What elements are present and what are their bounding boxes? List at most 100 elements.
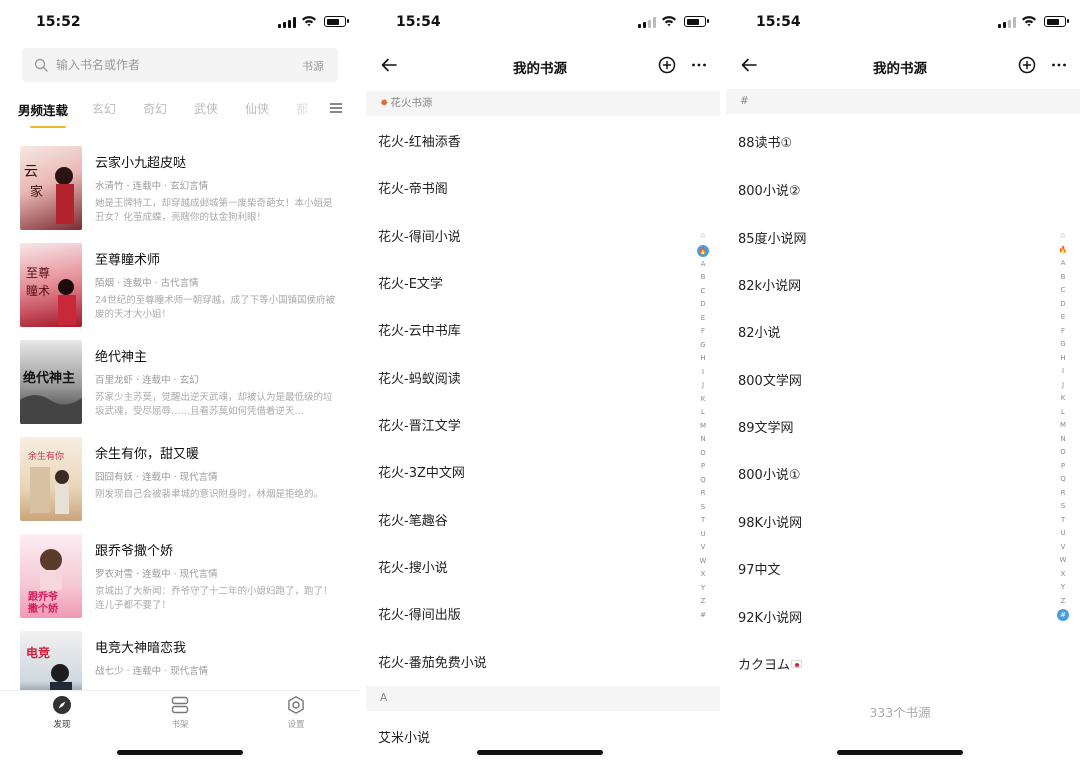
index-letter[interactable]: T <box>1056 514 1070 528</box>
source-row[interactable]: 花火-番茄免费小说 <box>378 652 487 671</box>
index-letter[interactable]: X <box>1056 568 1070 582</box>
index-letter[interactable]: O <box>696 447 710 461</box>
source-row[interactable]: 82k小说网 <box>738 275 801 294</box>
index-letter[interactable]: W <box>696 555 710 569</box>
tab-category-2[interactable]: 奇幻 <box>143 100 167 117</box>
source-row[interactable]: 艾米小说 <box>378 727 430 746</box>
index-letter[interactable]: D <box>696 298 710 312</box>
index-letter[interactable]: D <box>1056 298 1070 312</box>
source-row[interactable]: 97中文 <box>738 559 781 578</box>
source-row[interactable]: 花火-搜小说 <box>378 557 448 576</box>
source-row[interactable]: 花火-3Z中文网 <box>378 462 465 481</box>
more-icon[interactable] <box>1050 56 1068 74</box>
index-letter[interactable]: H <box>696 352 710 366</box>
tab-category-5[interactable]: 都 <box>296 100 308 117</box>
index-letter[interactable]: Y <box>696 582 710 596</box>
index-letter[interactable]: S <box>1056 500 1070 514</box>
index-letter[interactable]: N <box>696 433 710 447</box>
index-letter[interactable]: K <box>696 393 710 407</box>
source-row[interactable]: カクヨム <box>738 654 803 673</box>
index-letter[interactable]: Z <box>1056 595 1070 609</box>
index-letter[interactable]: L <box>696 406 710 420</box>
source-row[interactable]: 花火-得间出版 <box>378 604 461 623</box>
index-letter[interactable]: Y <box>1056 581 1070 595</box>
index-letter[interactable]: I <box>696 366 710 380</box>
list-item[interactable]: 至尊 瞳术 至尊瞳术师 陌烟 · 连载中 · 古代言情 24世纪的至尊瞳术师一朝穿… <box>0 239 360 336</box>
menu-icon[interactable] <box>330 103 342 113</box>
index-letter[interactable]: C <box>696 285 710 299</box>
tab-category-0[interactable]: 男频连载 <box>18 100 68 119</box>
source-row[interactable]: 花火-云中书库 <box>378 320 461 339</box>
index-letter[interactable]: R <box>1056 487 1070 501</box>
index-letter[interactable]: A <box>696 258 710 272</box>
source-row[interactable]: 98K小说网 <box>738 512 802 531</box>
index-letter[interactable]: F <box>1056 325 1070 339</box>
index-letter[interactable]: C <box>1056 284 1070 298</box>
index-letter[interactable]: R <box>696 487 710 501</box>
search-input[interactable] <box>56 48 276 82</box>
add-circle-icon[interactable] <box>658 56 676 74</box>
index-letter[interactable]: E <box>696 312 710 326</box>
index-letter[interactable]: Z <box>696 595 710 609</box>
index-letter[interactable]: L <box>1056 406 1070 420</box>
tab-settings[interactable]: 设置 <box>266 695 326 730</box>
source-label-button[interactable]: 书源 <box>302 58 324 74</box>
source-row[interactable]: 花火-E文学 <box>378 273 443 292</box>
tab-category-3[interactable]: 武侠 <box>194 100 218 117</box>
alphabet-index[interactable]: ☆ 🔥 A B C D E F G H I J K L M N O P Q R … <box>1056 230 1070 622</box>
tab-category-4[interactable]: 仙侠 <box>245 100 269 117</box>
tab-discover[interactable]: 发现 <box>32 695 92 730</box>
index-letter[interactable]: K <box>1056 392 1070 406</box>
source-row[interactable]: 800文学网 <box>738 370 802 389</box>
index-letter[interactable]: N <box>1056 433 1070 447</box>
index-letter[interactable]: T <box>696 514 710 528</box>
index-letter[interactable]: U <box>1056 527 1070 541</box>
index-letter[interactable]: Q <box>696 474 710 488</box>
index-letter[interactable]: G <box>1056 338 1070 352</box>
tab-category-1[interactable]: 玄幻 <box>92 100 116 117</box>
source-row[interactable]: 89文学网 <box>738 417 794 436</box>
index-letter[interactable]: # <box>696 609 710 623</box>
alphabet-index[interactable]: ☆ 🔥 A B C D E F G H I J K L M N O P Q R … <box>696 230 710 622</box>
list-item[interactable]: 余生有你 余生有你，甜又暖 囧囧有妖 · 连载中 · 现代言情 刚发现自己会被裴… <box>0 433 360 530</box>
source-row[interactable]: 800小说① <box>738 464 800 483</box>
index-letter[interactable]: J <box>1056 379 1070 393</box>
index-letter[interactable]: O <box>1056 446 1070 460</box>
index-letter-selected[interactable]: # <box>1057 609 1069 621</box>
index-letter[interactable]: B <box>1056 271 1070 285</box>
tab-bookshelf[interactable]: 书架 <box>150 695 210 730</box>
index-letter[interactable]: I <box>1056 365 1070 379</box>
source-row[interactable]: 花火-晋江文学 <box>378 415 461 434</box>
index-letter[interactable]: Q <box>1056 473 1070 487</box>
search-bar[interactable]: 书源 <box>22 48 338 82</box>
more-icon[interactable] <box>690 56 708 74</box>
source-row[interactable]: 花火-红袖添香 <box>378 131 461 150</box>
index-letter[interactable]: F <box>696 325 710 339</box>
index-letter[interactable]: V <box>1056 541 1070 555</box>
list-item[interactable]: 云家 云家小九超皮哒 水清竹 · 连载中 · 玄幻言情 她是王牌特工，却穿越成邺… <box>0 142 360 239</box>
source-row[interactable]: 800小说② <box>738 180 800 199</box>
index-letter[interactable]: W <box>1056 554 1070 568</box>
list-item[interactable]: 绝代神主 绝代神主 百里龙虾 · 连载中 · 玄幻 苏家少主苏莫，觉醒出逆天武魂… <box>0 336 360 433</box>
index-letter[interactable]: S <box>696 501 710 515</box>
index-letter[interactable]: E <box>1056 311 1070 325</box>
index-letter[interactable]: V <box>696 541 710 555</box>
source-row[interactable]: 花火-帝书阁 <box>378 178 448 197</box>
source-row[interactable]: 82小说 <box>738 322 781 341</box>
index-letter[interactable]: ☆ <box>1056 230 1070 244</box>
index-letter[interactable]: H <box>1056 352 1070 366</box>
source-row[interactable]: 85度小说网 <box>738 228 807 247</box>
add-circle-icon[interactable] <box>1018 56 1036 74</box>
index-letter[interactable]: J <box>696 379 710 393</box>
source-row[interactable]: 88读书① <box>738 132 792 151</box>
source-row[interactable]: 花火-蚂蚁阅读 <box>378 368 461 387</box>
list-item[interactable]: 跟乔爷 撒个娇 跟乔爷撒个娇 罗衣对雪 · 连载中 · 现代言情 京城出了大新闻：… <box>0 530 360 627</box>
source-row[interactable]: 花火-得间小说 <box>378 226 461 245</box>
source-row[interactable]: 花火-笔趣谷 <box>378 510 448 529</box>
index-letter-selected[interactable]: 🔥 <box>697 244 709 257</box>
index-letter[interactable]: 🔥 <box>1056 244 1070 258</box>
index-letter[interactable]: B <box>696 271 710 285</box>
index-letter[interactable]: P <box>696 460 710 474</box>
index-letter[interactable]: U <box>696 528 710 542</box>
source-row[interactable]: 92K小说网 <box>738 607 802 626</box>
